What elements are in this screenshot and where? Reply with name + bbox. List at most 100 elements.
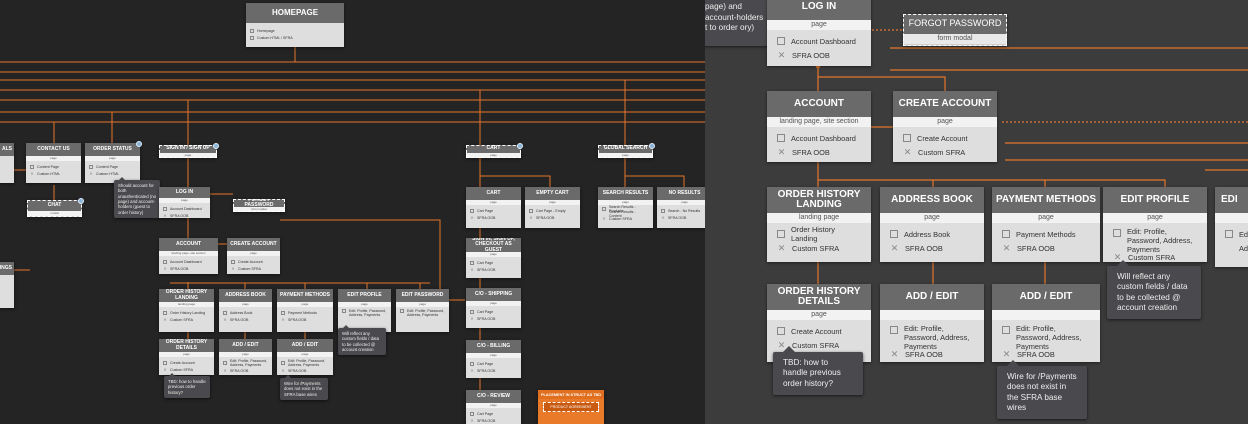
page-icon <box>163 360 167 365</box>
x-mark-icon: ✕ <box>470 214 474 220</box>
page-icon <box>342 309 346 313</box>
overview-canvas[interactable]: HOMEPAGE Homepage Custom HTML / SFRA ALS… <box>0 0 705 424</box>
info-badge-icon[interactable] <box>136 141 142 147</box>
node-order-history-details-small[interactable]: ORDER HISTORY DETAILS page Create Accoun… <box>159 339 214 375</box>
x-mark-icon: ✕ <box>470 417 474 423</box>
info-badge-icon[interactable] <box>213 143 219 149</box>
page-icon <box>470 411 474 416</box>
page-icon <box>602 206 606 211</box>
note-payments-small: Wire for /Payments does not exist in the… <box>280 374 328 401</box>
node-log-in[interactable]: LOG IN page Account Dashboard ✕ SFRA OOB <box>767 0 871 66</box>
node-address-book-small[interactable]: ADDRESS BOOK page Address Book ✕ SFRA OOB <box>219 289 272 332</box>
node-forgot-password-small[interactable]: FORGOT PASSWORD form modal <box>233 199 285 212</box>
node-co-billing[interactable]: C/O - BILLING page Cart Page ✕ SFRA OOB <box>466 340 521 378</box>
node-sign-in-up[interactable]: SIGN IN / SIGN UP page <box>159 145 217 158</box>
page-icon <box>470 208 474 213</box>
node-cart-page[interactable]: CART page Cart Page ✕ SFRA OOB <box>466 187 521 228</box>
page-icon <box>529 208 533 213</box>
node-payment-methods-small[interactable]: PAYMENT METHODS page Payment Methods ✕ SF… <box>277 289 333 332</box>
info-badge-icon[interactable] <box>649 143 655 149</box>
page-icon <box>777 37 785 45</box>
node-log-in-small[interactable]: LOG IN page Account Dashboard ✕ SFRA OOB <box>159 187 210 218</box>
node-global-search[interactable]: GLOBAL SEARCH page <box>598 145 653 158</box>
x-mark-icon: ✕ <box>661 214 665 220</box>
node-cart-section[interactable]: CART page <box>466 145 521 158</box>
page-icon <box>231 259 235 264</box>
node-order-history-landing[interactable]: ORDER HISTORY LANDING landing page Order… <box>767 187 871 262</box>
node-create-account[interactable]: CREATE ACCOUNT page Create Account ✕ Cust… <box>893 91 997 162</box>
node-payment-methods[interactable]: PAYMENT METHODS page Payment Methods ✕ SF… <box>992 187 1100 262</box>
node-co-shipping[interactable]: C/O - SHIPPING page Cart Page ✕ SFRA OOB <box>466 288 521 328</box>
page-icon <box>777 230 785 238</box>
page-icon <box>223 361 227 365</box>
node-empty-cart[interactable]: EMPTY CART page Cart Page - Empty ✕ SFRA … <box>525 187 580 228</box>
node-chat[interactable]: CHAT modal <box>27 200 82 217</box>
node-edge-ings[interactable]: INGS <box>0 262 14 308</box>
x-mark-icon: ✕ <box>777 243 786 253</box>
page-icon <box>1002 326 1010 334</box>
node-add-edit-2[interactable]: ADD / EDIT Edit: Profile, Password, Addr… <box>992 284 1100 362</box>
x-mark-icon: ✕ <box>281 316 285 322</box>
node-edge-als[interactable]: ALS <box>0 143 14 183</box>
node-order-history-landing-small[interactable]: ORDER HISTORY LANDING landing page Order… <box>159 289 214 332</box>
node-add-edit-small-1[interactable]: ADD / EDIT page Edit: Profile, Password,… <box>219 339 272 375</box>
x-mark-icon: ✕ <box>470 315 474 321</box>
node-edit-password-small[interactable]: EDIT PASSWORD page Edit: Profile, Passwo… <box>396 289 449 332</box>
page-icon <box>903 134 911 142</box>
x-mark-icon: ✕ <box>777 50 786 60</box>
page-icon <box>281 361 285 365</box>
x-mark-icon: ✕ <box>529 214 533 220</box>
node-placement-tbd[interactable]: PLACEMENT IN STRUCT AS TBD PRODUCT AGREE… <box>538 390 604 424</box>
node-edit-clipped[interactable]: EDI Edi Add <box>1215 187 1248 267</box>
x-mark-icon: ✕ <box>89 170 93 176</box>
node-co-review[interactable]: C/O - REVIEW page Cart Page ✕ SFRA OOB <box>466 390 521 424</box>
note-order-status: Should account for both unauthenticated … <box>114 176 160 219</box>
info-badge-icon[interactable] <box>78 198 84 204</box>
x-mark-icon: ✕ <box>223 367 227 373</box>
page-icon <box>890 230 898 238</box>
note-order-history-small: TBD: how to handle previous order histor… <box>164 372 210 399</box>
node-add-edit-small-2[interactable]: ADD / EDIT page Edit: Profile, Password,… <box>277 339 333 375</box>
info-badge-icon[interactable] <box>517 143 523 149</box>
note-edit-profile: Will reflect any custom fields / data to… <box>1107 260 1201 319</box>
page-icon <box>250 28 254 33</box>
node-contact-us[interactable]: CONTACT US page Content Page ✕ Custom HTM… <box>26 143 81 183</box>
x-mark-icon: ✕ <box>231 265 235 271</box>
note-payments: Wire for /Payments does not exist in the… <box>997 360 1087 419</box>
x-mark-icon: ✕ <box>602 216 606 221</box>
zoom-canvas[interactable]: unauthenticated page) and account-holder… <box>705 0 1248 424</box>
node-search-results[interactable]: SEARCH RESULTS page Search Results - Pro… <box>598 187 653 228</box>
x-mark-icon: ✕ <box>777 147 786 157</box>
node-forgot-password[interactable]: FORGOT PASSWORD form modal <box>903 14 1007 46</box>
node-account-small[interactable]: ACCOUNT landing page, site section Accou… <box>159 238 218 274</box>
node-account[interactable]: ACCOUNT landing page, site section Accou… <box>767 91 871 162</box>
node-address-book[interactable]: ADDRESS BOOK page Address Book ✕ SFRA OOB <box>880 187 984 262</box>
page-icon <box>470 260 474 265</box>
x-mark-icon: ✕ <box>163 316 167 322</box>
page-icon <box>281 310 285 315</box>
node-homepage[interactable]: HOMEPAGE Homepage Custom HTML / SFRA <box>246 3 344 47</box>
node-no-results[interactable]: NO RESULTS page Search - No Results ✕ SFR… <box>657 187 705 228</box>
page-icon <box>777 134 785 142</box>
x-mark-icon: ✕ <box>890 243 899 253</box>
node-order-status[interactable]: ORDER STATUS page Content Page ✕ Custom H… <box>85 143 140 183</box>
page-icon <box>470 361 474 366</box>
x-mark-icon: ✕ <box>163 212 167 218</box>
page-icon <box>400 309 404 313</box>
node-add-edit-1[interactable]: ADD / EDIT Edit: Profile, Password, Addr… <box>880 284 984 362</box>
page-icon <box>163 259 167 264</box>
node-title: HOMEPAGE <box>246 3 344 23</box>
page-icon <box>223 310 227 315</box>
node-create-account-small[interactable]: CREATE ACCOUNT page Create Account ✕ Cust… <box>227 238 280 274</box>
x-mark-icon: ✕ <box>1002 349 1011 359</box>
x-mark-icon: ✕ <box>903 147 912 157</box>
page-icon <box>470 309 474 314</box>
x-mark-icon: ✕ <box>1002 243 1011 253</box>
x-mark-icon: ✕ <box>281 367 285 373</box>
page-icon <box>163 206 167 211</box>
x-mark-icon: ✕ <box>163 265 167 271</box>
product-agreement-modal: PRODUCT AGREEMENT <box>543 402 599 412</box>
page-icon <box>1002 230 1010 238</box>
node-edit-profile[interactable]: EDIT PROFILE page Edit: Profile, Passwor… <box>1103 187 1207 262</box>
node-sign-in-guest[interactable]: SIGN IN, SIGN UP, CHECKOUT AS GUEST page… <box>466 238 521 278</box>
